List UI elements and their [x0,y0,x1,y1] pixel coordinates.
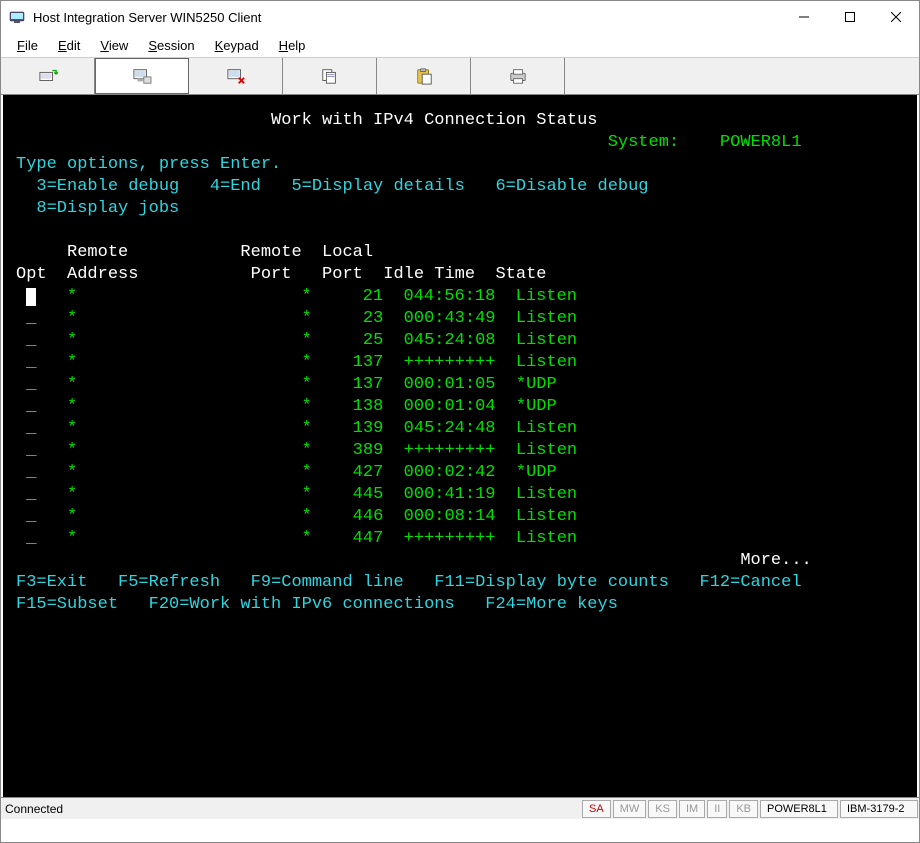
table-row: _ * * 447 +++++++++ Listen [16,528,904,550]
paste-icon [413,67,435,85]
toolbar-paste-button[interactable] [377,58,471,94]
status-indicator-mw: MW [613,800,647,818]
toolbar [1,57,919,95]
table-row: _ * * 137 000:01:05 *UDP [16,374,904,396]
menu-help[interactable]: Help [269,36,316,55]
table-row: _ * * 138 000:01:04 *UDP [16,396,904,418]
menu-view[interactable]: View [90,36,138,55]
terminal-screen[interactable]: Work with IPv4 Connection Status System:… [4,96,916,796]
status-indicator-ks: KS [648,800,677,818]
minimize-button[interactable] [781,1,827,33]
status-indicator-ii: II [707,800,727,818]
menu-keypad[interactable]: Keypad [205,36,269,55]
status-indicator-kb: KB [729,800,758,818]
window-title: Host Integration Server WIN5250 Client [33,10,781,25]
status-indicator-sa: SA [582,800,611,818]
status-system: POWER8L1 [760,800,838,818]
disconnect-icon [225,67,247,85]
menu-edit[interactable]: Edit [48,36,90,55]
close-button[interactable] [873,1,919,33]
menu-session[interactable]: Session [138,36,204,55]
table-row: _ * * 25 045:24:08 Listen [16,330,904,352]
table-row: _ * * 137 +++++++++ Listen [16,352,904,374]
table-row: * * 21 044:56:18 Listen [16,286,904,308]
menu-file[interactable]: File [7,36,48,55]
connect-icon [37,67,59,85]
table-row: _ * * 139 045:24:48 Listen [16,418,904,440]
toolbar-session-button[interactable] [95,58,189,94]
table-row: _ * * 427 000:02:42 *UDP [16,462,904,484]
table-row: _ * * 389 +++++++++ Listen [16,440,904,462]
statusbar: Connected SA MW KS IM II KB POWER8L1 IBM… [1,797,919,819]
input-cursor[interactable] [26,288,36,306]
toolbar-print-button[interactable] [471,58,565,94]
copy-icon [319,67,341,85]
session-icon [131,67,153,85]
status-indicator-im: IM [679,800,705,818]
menubar: File Edit View Session Keypad Help [1,33,919,57]
titlebar: Host Integration Server WIN5250 Client [1,1,919,33]
window-controls [781,1,919,33]
table-row: _ * * 445 000:41:19 Listen [16,484,904,506]
status-connection: Connected [1,802,581,816]
toolbar-copy-button[interactable] [283,58,377,94]
table-row: _ * * 446 000:08:14 Listen [16,506,904,528]
table-row: _ * * 23 000:43:49 Listen [16,308,904,330]
app-icon [9,9,25,25]
print-icon [507,67,529,85]
status-terminal-type: IBM-3179-2 [840,800,918,818]
toolbar-disconnect-button[interactable] [189,58,283,94]
terminal-container: Work with IPv4 Connection Status System:… [3,95,917,797]
maximize-button[interactable] [827,1,873,33]
toolbar-connect-button[interactable] [1,58,95,94]
